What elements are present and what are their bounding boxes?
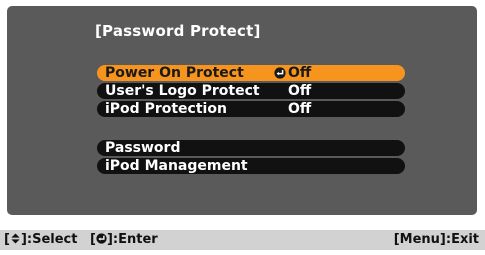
menu-item-value: Off (288, 83, 312, 99)
enter-hint: []:Enter (90, 230, 158, 250)
menu-item-value: Off (288, 65, 312, 81)
projector-menu-screen: [Password Protect] Power On Protect Off … (0, 0, 485, 255)
select-hint: []:Select (4, 230, 77, 250)
menu-item-ipod-protection[interactable]: iPod Protection Off (97, 101, 405, 117)
menu-item-power-on-protect[interactable]: Power On Protect Off (97, 65, 405, 81)
menu-item-label: iPod Protection (105, 101, 227, 117)
select-label: ]:Select (20, 232, 78, 247)
menu-item-password[interactable]: Password (97, 140, 405, 156)
enter-label: ]:Enter (106, 232, 158, 247)
menu-item-ipod-management[interactable]: iPod Management (97, 158, 405, 174)
menu-item-label: User's Logo Protect (105, 83, 260, 99)
menu-title: [Password Protect] (95, 22, 261, 40)
menu-item-label: Password (105, 140, 181, 156)
up-down-arrow-icon (11, 233, 20, 244)
menu-item-users-logo-protect[interactable]: User's Logo Protect Off (97, 83, 405, 99)
key-guide-bar: []:Select []:Enter [Menu]:Exit (0, 230, 485, 250)
key-guide-left: []:Select []:Enter (4, 230, 158, 250)
exit-hint: [Menu]:Exit (393, 232, 479, 247)
menu-item-value: Off (288, 101, 312, 117)
enter-return-icon (274, 67, 286, 79)
menu-item-label: iPod Management (105, 158, 248, 174)
menu-item-label: Power On Protect (105, 65, 244, 81)
enter-return-icon (96, 233, 107, 244)
